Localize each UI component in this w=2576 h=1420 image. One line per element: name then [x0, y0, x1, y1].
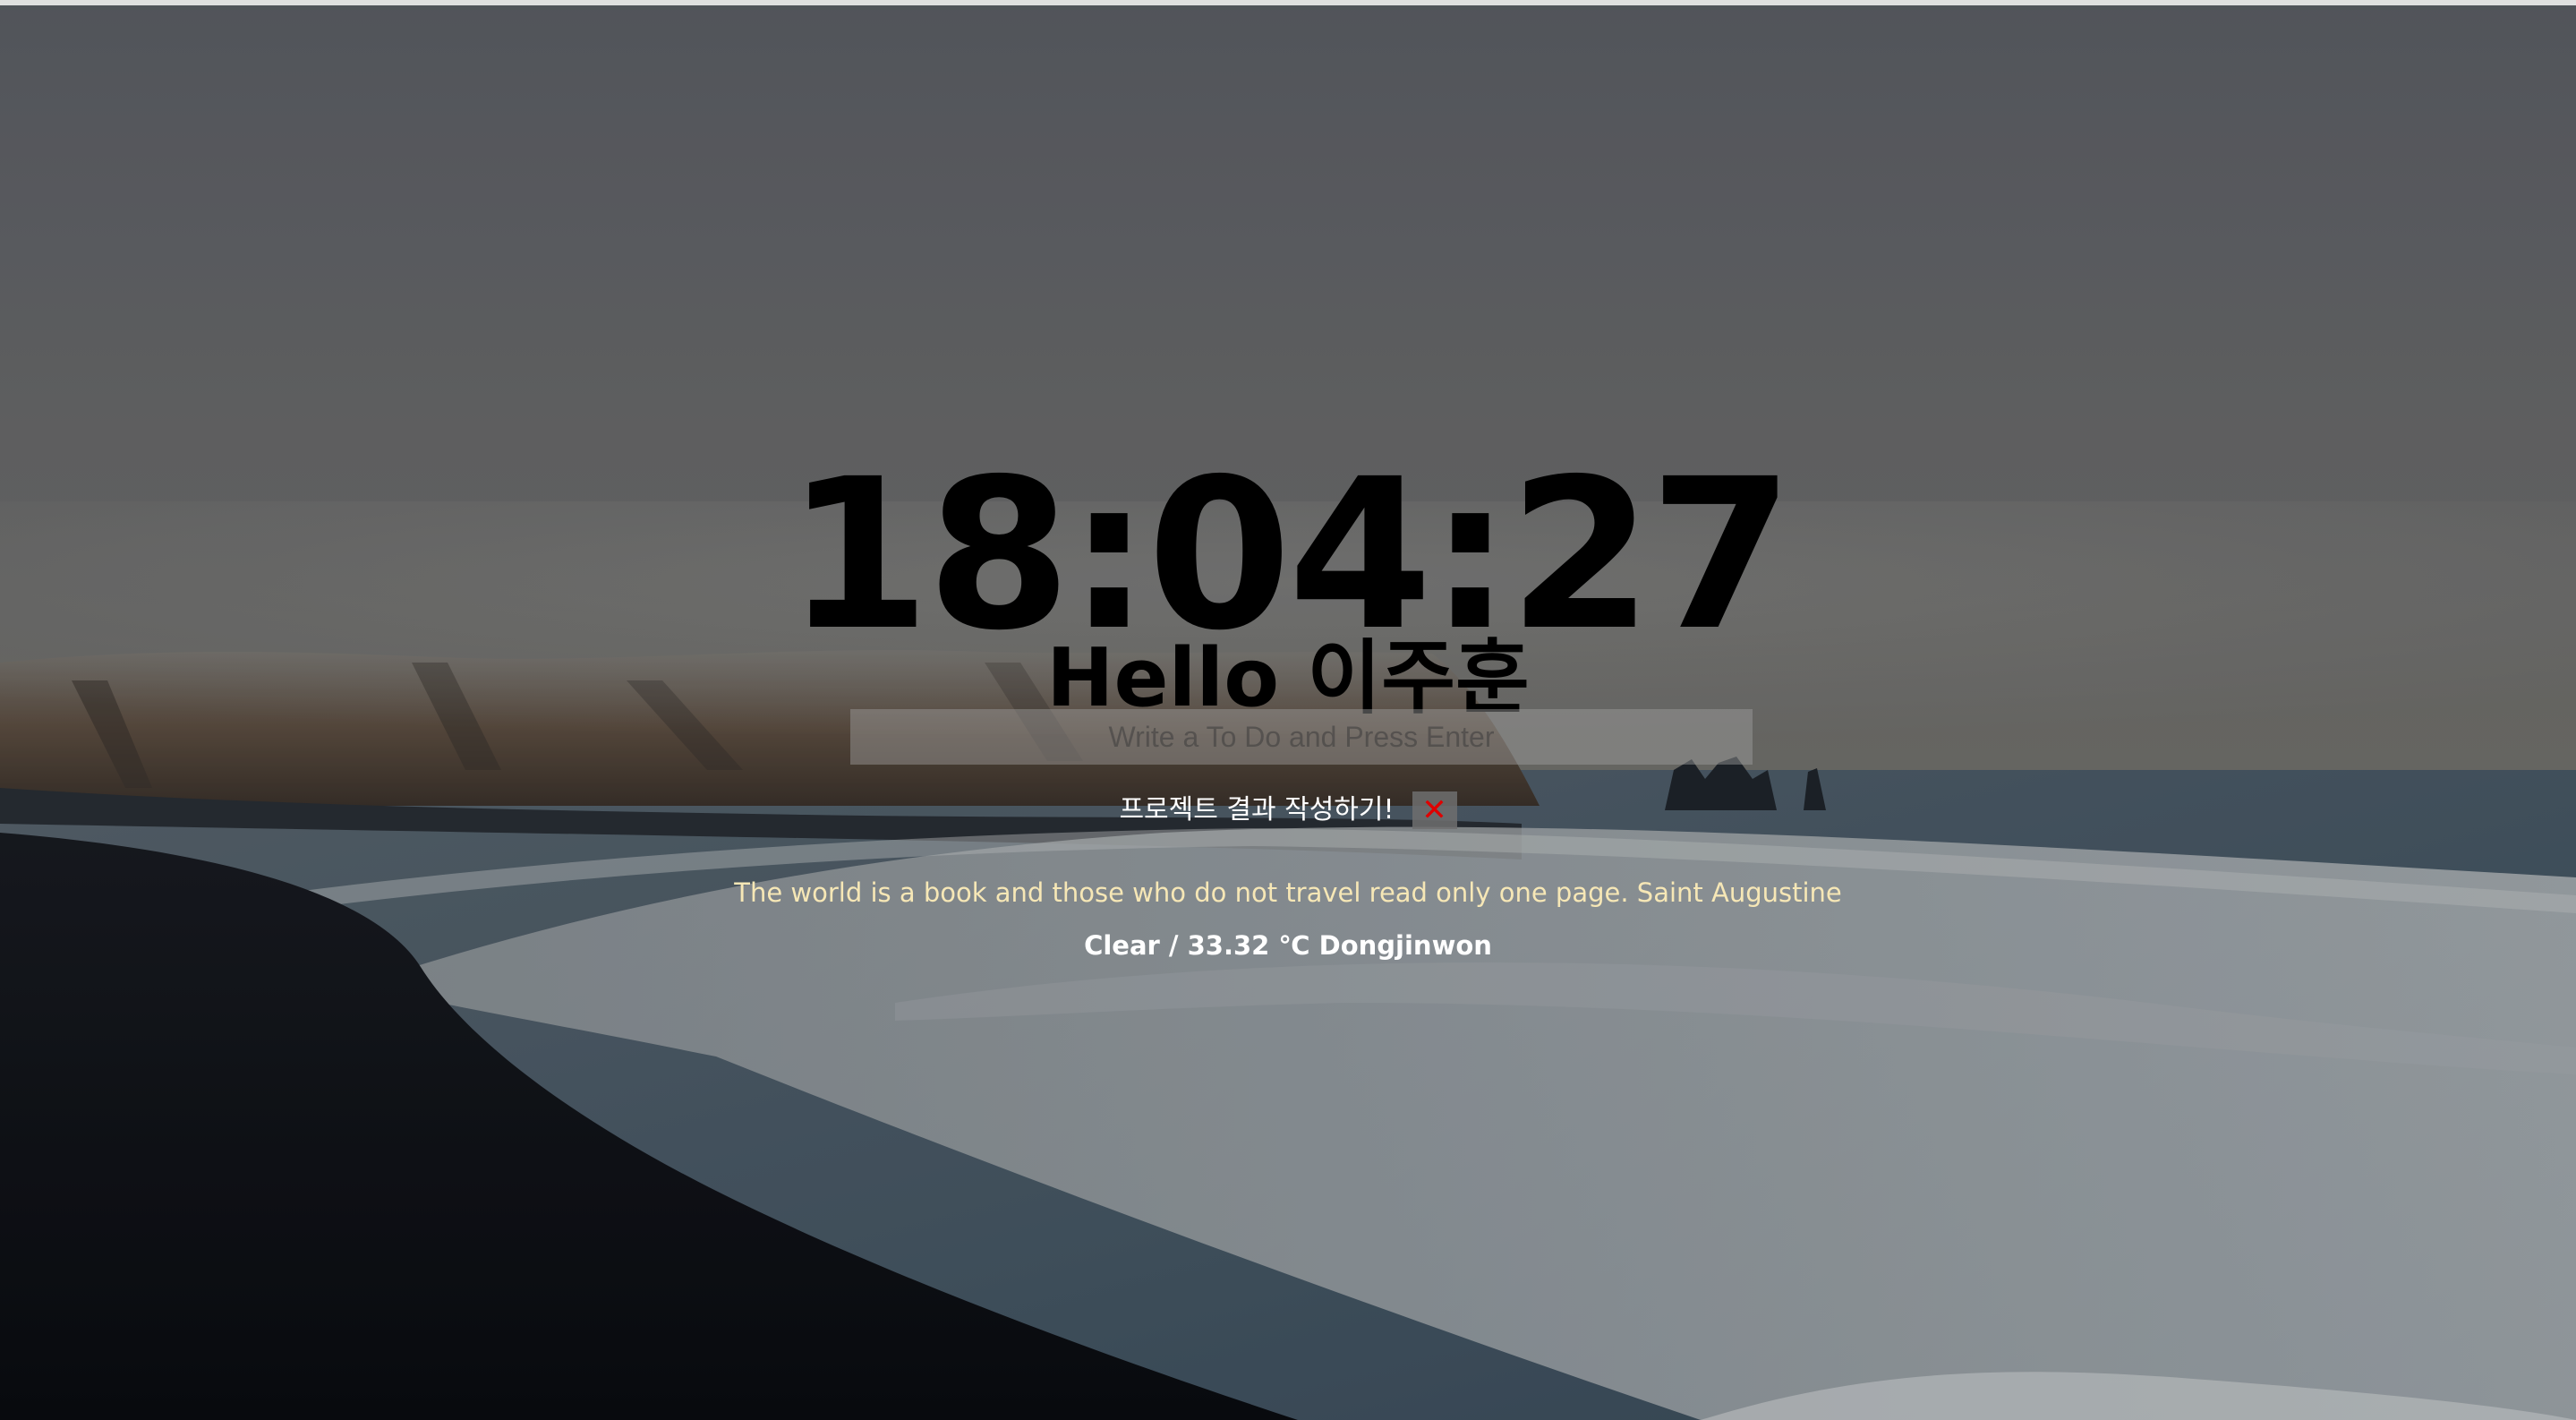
weather-info: Clear / 33.32 ℃ Dongjinwon	[1084, 930, 1492, 961]
todo-item-text: 프로젝트 결과 작성하기!	[1119, 794, 1395, 825]
close-icon: ✕	[1421, 792, 1447, 828]
todo-input[interactable]	[850, 709, 1753, 765]
quote: The world is a book and those who do not…	[734, 877, 1842, 908]
delete-todo-button[interactable]: ✕	[1412, 791, 1457, 829]
todo-list: 프로젝트 결과 작성하기! ✕	[0, 788, 2576, 833]
momentum-page: 18:04:27 Hello 이주훈 프로젝트 결과 작성하기! ✕ The w…	[0, 0, 2576, 1420]
todo-item: 프로젝트 결과 작성하기! ✕	[1119, 788, 1457, 833]
